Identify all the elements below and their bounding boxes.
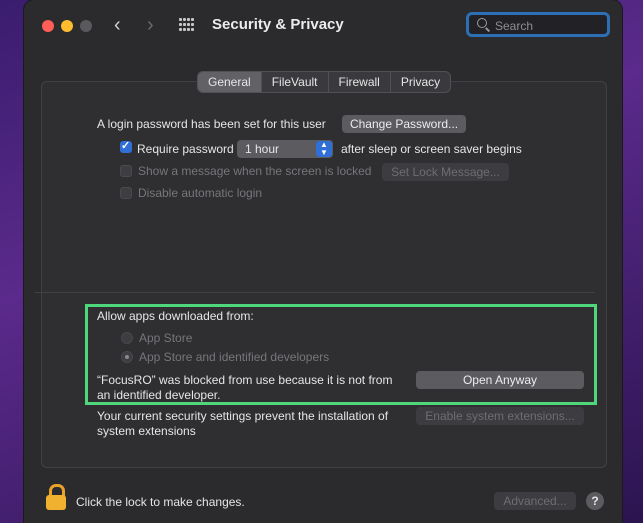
back-arrow-icon[interactable]: ‹ — [114, 13, 121, 37]
enable-system-extensions-button[interactable]: Enable system extensions... — [416, 407, 584, 425]
search-icon — [477, 18, 487, 28]
help-button[interactable]: ? — [586, 492, 604, 510]
extensions-text-line1: Your current security settings prevent t… — [97, 409, 389, 423]
show-all-grid-icon[interactable] — [179, 18, 195, 32]
tab-firewall[interactable]: Firewall — [329, 72, 391, 92]
tab-general[interactable]: General — [198, 72, 262, 92]
title-bar: ‹ › Security & Privacy — [24, 0, 622, 52]
window-title: Security & Privacy — [212, 16, 344, 33]
section-divider — [35, 292, 595, 293]
set-lock-message-button[interactable]: Set Lock Message... — [382, 163, 509, 181]
highlight-box — [85, 304, 597, 405]
require-password-suffix: after sleep or screen saver begins — [341, 142, 522, 156]
search-field[interactable] — [466, 12, 610, 37]
lock-text: Click the lock to make changes. — [76, 495, 245, 509]
forward-arrow-icon[interactable]: › — [147, 13, 154, 37]
lock-icon[interactable] — [46, 484, 66, 510]
require-password-value: 1 hour — [245, 142, 280, 156]
disable-autologin-checkbox[interactable] — [120, 187, 132, 199]
disable-autologin-label: Disable automatic login — [138, 186, 263, 200]
search-input[interactable] — [493, 16, 607, 35]
tab-privacy[interactable]: Privacy — [391, 72, 450, 92]
preferences-window: ‹ › Security & Privacy General FileVault… — [24, 0, 622, 523]
show-message-checkbox[interactable] — [120, 165, 132, 177]
login-password-text: A login password has been set for this u… — [97, 117, 326, 131]
chevron-up-down-icon: ▲ ▼ — [316, 141, 332, 157]
zoom-button[interactable] — [80, 20, 92, 32]
show-message-label: Show a message when the screen is locked — [138, 164, 372, 178]
tab-filevault[interactable]: FileVault — [262, 72, 329, 92]
require-password-label: Require password — [137, 142, 234, 156]
close-button[interactable] — [42, 20, 54, 32]
require-password-checkbox[interactable] — [120, 139, 132, 153]
change-password-button[interactable]: Change Password... — [342, 115, 466, 133]
extensions-text-line2: system extensions — [97, 424, 196, 438]
require-password-select[interactable]: 1 hour ▲ ▼ — [237, 140, 333, 158]
minimize-button[interactable] — [61, 20, 73, 32]
advanced-button[interactable]: Advanced... — [494, 492, 576, 510]
tab-bar: General FileVault Firewall Privacy — [197, 71, 452, 93]
